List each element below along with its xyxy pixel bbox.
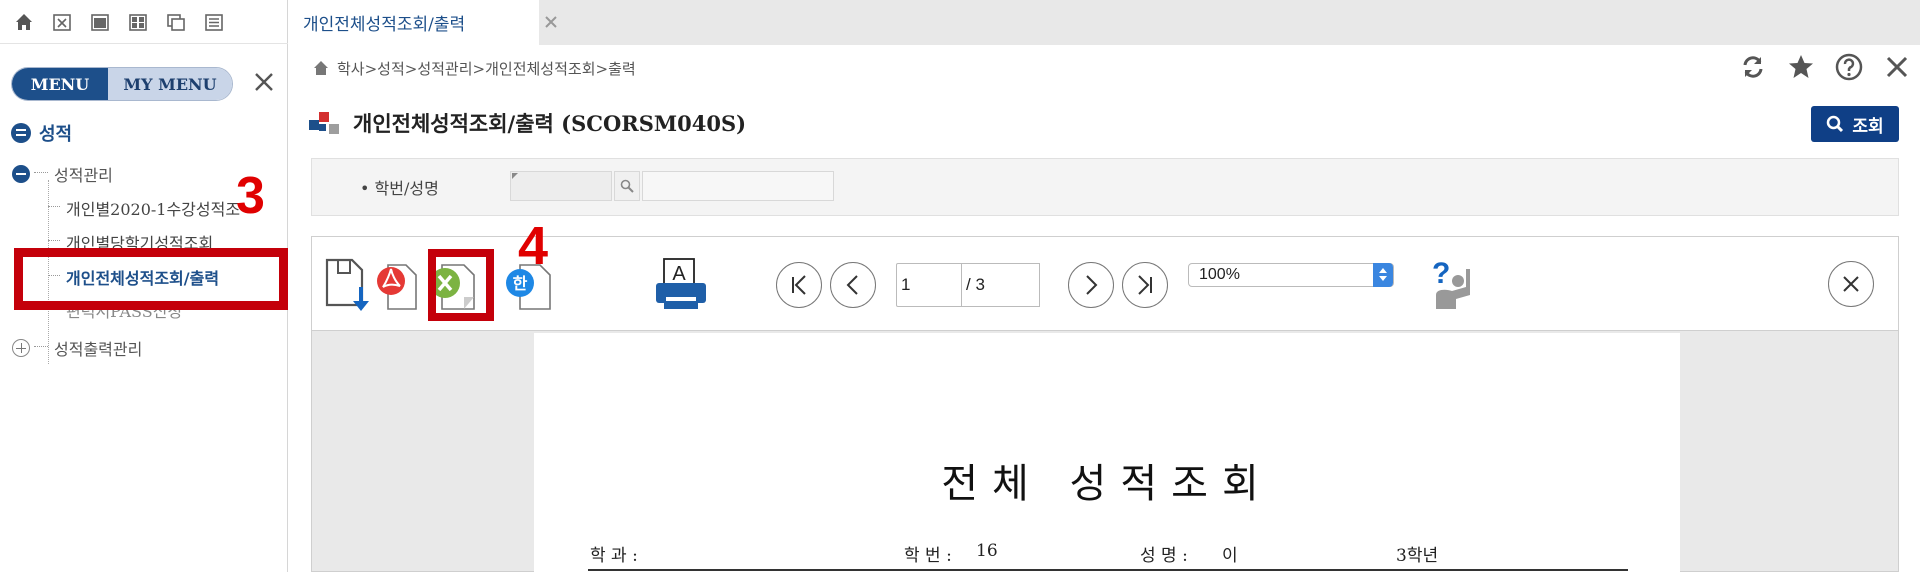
- page-total: / 3: [962, 263, 1040, 307]
- dept-label: 학 과 :: [590, 546, 638, 566]
- menu-tab[interactable]: MENU: [12, 68, 108, 100]
- app-root: MENU MY MENU 성적 성적관리 개인별2020-1수강성적조 개인별당…: [0, 0, 1920, 572]
- report-title: 전체 성적조회: [941, 461, 1273, 507]
- tree-group-grade-print[interactable]: 성적출력관리: [12, 336, 142, 360]
- search-button-label: 조회: [1852, 116, 1884, 137]
- search-button[interactable]: 조회: [1811, 106, 1899, 142]
- list-icon[interactable]: [202, 10, 226, 34]
- report-divider: [588, 569, 1628, 571]
- close-all-icon[interactable]: [50, 10, 74, 34]
- breadcrumb-text: 학사>성적>성적관리>개인전체성적조회>출력: [337, 59, 636, 78]
- viewer-help-icon[interactable]: ?: [1422, 259, 1474, 313]
- save-icon[interactable]: [324, 257, 376, 313]
- page-header: 개인전체성적조회/출력 (SCORSM040S): [309, 108, 746, 138]
- top-actions: [1738, 52, 1912, 82]
- menu-switch: MENU MY MENU: [11, 67, 233, 101]
- close-icon: [1843, 276, 1859, 292]
- home-icon[interactable]: [12, 10, 36, 34]
- report-viewer: 한 4 A 1 / 3 100% ? 전체 성적조회 학 과: 학 번: 1…: [311, 219, 1899, 572]
- zoom-select[interactable]: 100%: [1188, 263, 1394, 287]
- student-name-label: 성 명 :: [1140, 546, 1188, 566]
- cascade-window-icon[interactable]: [164, 10, 188, 34]
- annotation-step-3: 3: [236, 167, 265, 225]
- expand-icon: [12, 339, 30, 357]
- svg-text:?: ?: [1432, 259, 1450, 290]
- filter-panel: • 학번/성명: [311, 158, 1899, 216]
- annotation-step-4: 4: [518, 216, 549, 276]
- star-icon[interactable]: [1786, 52, 1816, 82]
- list-circle-icon: [11, 123, 31, 143]
- first-page-button[interactable]: [776, 262, 822, 308]
- chevron-left-icon: [846, 275, 858, 295]
- single-window-icon[interactable]: [88, 10, 112, 34]
- pdf-export-icon[interactable]: [374, 259, 422, 313]
- close-icon[interactable]: [1882, 52, 1912, 82]
- student-grade-value: 3학년: [1396, 546, 1439, 566]
- viewer-toolbar: 한 4 A 1 / 3 100% ?: [312, 219, 1898, 331]
- last-page-button[interactable]: [1122, 262, 1168, 308]
- student-lookup-button[interactable]: [614, 171, 640, 201]
- report-page: 전체 성적조회 학 과 : 학 번 : 16 성 명 : 이 3학년: [534, 333, 1680, 572]
- my-menu-tab[interactable]: MY MENU: [108, 68, 232, 100]
- next-page-button[interactable]: [1068, 262, 1114, 308]
- annotation-highlight-box: [14, 248, 288, 310]
- tree-connector: [34, 345, 48, 347]
- tree-group-label: 성적출력관리: [54, 340, 143, 359]
- tree-leaf-label: 개인별2020-1수강성적조: [66, 200, 241, 219]
- page-title: 개인전체성적조회/출력 (SCORSM040S): [353, 111, 747, 136]
- program-logo-icon: [309, 110, 341, 136]
- student-id-value: 16: [976, 541, 998, 561]
- svg-text:한: 한: [513, 274, 528, 293]
- collapse-icon: [12, 165, 30, 183]
- main-area: 개인전체성적조회/출력 학사>성적>성적관리>개인전체성적조회>출력 개인전체성…: [289, 0, 1920, 572]
- home-icon: [314, 61, 328, 75]
- tree-connector: [48, 205, 60, 207]
- select-arrows-icon: [1373, 263, 1393, 287]
- student-name-input[interactable]: [642, 171, 834, 201]
- page-number-input[interactable]: 1: [896, 263, 962, 307]
- student-id-input[interactable]: [510, 171, 612, 201]
- search-icon: [1827, 115, 1844, 133]
- tab-label: 개인전체성적조회/출력: [303, 15, 466, 35]
- tree-group-grade-management[interactable]: 성적관리: [12, 162, 113, 186]
- annotation-highlight-box: [428, 249, 494, 321]
- tree-group-label: 성적관리: [54, 166, 113, 185]
- tree-root[interactable]: 성적: [11, 120, 72, 146]
- search-icon: [620, 179, 634, 193]
- tab-active[interactable]: 개인전체성적조회/출력: [289, 0, 539, 45]
- student-name-value: 이: [1222, 546, 1238, 566]
- student-filter-label: • 학번/성명: [360, 179, 439, 198]
- left-panel: MENU MY MENU 성적 성적관리 개인별2020-1수강성적조 개인별당…: [0, 0, 288, 572]
- tree-connector: [48, 239, 60, 241]
- student-id-label: 학 번 :: [904, 546, 952, 566]
- chevron-right-icon: [1086, 275, 1098, 295]
- zoom-value: 100%: [1199, 266, 1240, 283]
- print-icon[interactable]: A: [652, 255, 710, 313]
- tree-connector: [34, 171, 48, 173]
- close-icon[interactable]: [539, 10, 563, 34]
- refresh-icon[interactable]: [1738, 52, 1768, 82]
- grid-window-icon[interactable]: [126, 10, 150, 34]
- tree-leaf[interactable]: 개인별2020-1수강성적조: [48, 196, 240, 220]
- svg-text:A: A: [672, 263, 686, 285]
- viewer-close-button[interactable]: [1828, 261, 1874, 307]
- tree-root-label: 성적: [39, 124, 73, 145]
- left-toolbar: [0, 0, 288, 44]
- tab-bar: 개인전체성적조회/출력: [289, 0, 1920, 45]
- help-icon[interactable]: [1834, 52, 1864, 82]
- first-page-icon: [792, 275, 806, 295]
- close-icon[interactable]: [252, 70, 276, 94]
- breadcrumb: 학사>성적>성적관리>개인전체성적조회>출력: [289, 45, 1920, 91]
- prev-page-button[interactable]: [830, 262, 876, 308]
- last-page-icon: [1138, 275, 1152, 295]
